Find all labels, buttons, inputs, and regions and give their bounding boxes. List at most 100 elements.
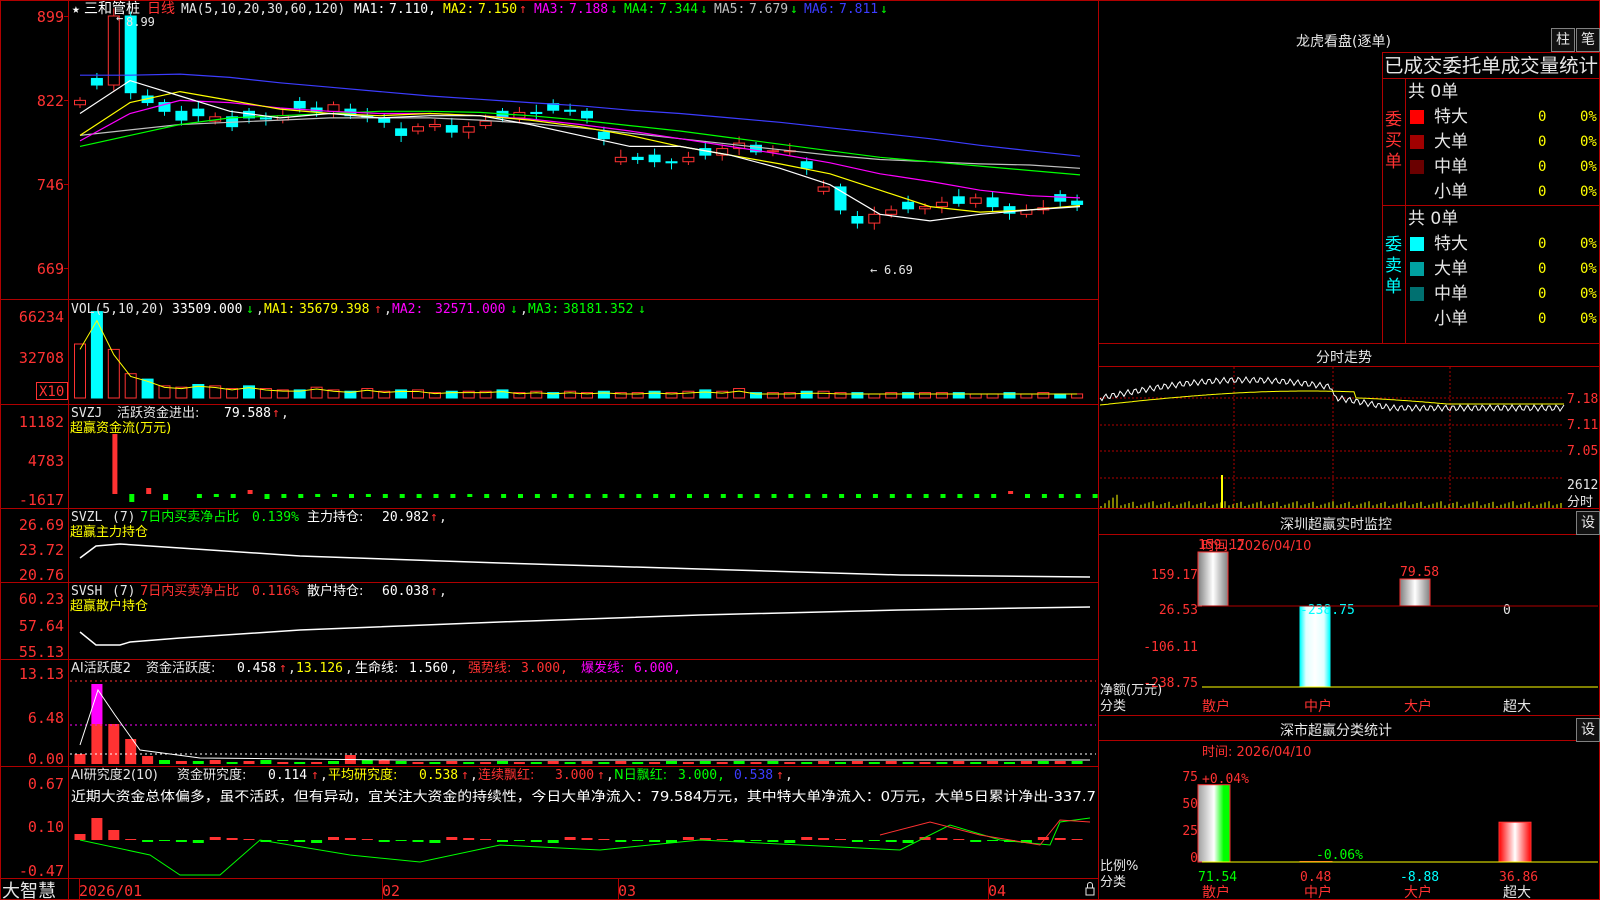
ai2-comma: , — [320, 768, 328, 783]
activity-bar — [513, 762, 525, 764]
price-line — [1099, 376, 1565, 412]
candle-body — [327, 104, 340, 112]
bar-view-button[interactable]: 柱 — [1551, 28, 1575, 52]
y-tick: 2612 — [1567, 478, 1598, 493]
activity-bar — [412, 762, 424, 764]
activity-bar — [987, 761, 999, 764]
vol-ma1-arrow: ↑ — [374, 302, 382, 317]
ma3-label: MA3: — [534, 2, 565, 17]
order-row[interactable]: 小单 0 0% — [1408, 180, 1600, 204]
candle-body — [665, 161, 678, 164]
research-bar — [1071, 839, 1083, 840]
ai1-comma3: , — [450, 661, 458, 676]
svsh-title2: 超赢散户持仓 — [70, 598, 148, 614]
vol-ma3-arrow: ↓ — [638, 302, 646, 317]
flow-bar — [991, 494, 997, 498]
flow-bar — [619, 494, 625, 498]
candle-body — [293, 100, 306, 109]
candle-body — [817, 186, 830, 192]
ma2-arrow: ↑ — [519, 2, 527, 17]
y-tick: 13.13 — [19, 665, 64, 683]
activity-bar — [868, 762, 880, 764]
volume-bar — [1020, 393, 1033, 399]
value-label: 71.54 — [1198, 870, 1237, 885]
svzj-bars — [112, 434, 1098, 502]
research-bar — [767, 840, 779, 842]
candle-body — [885, 209, 898, 215]
volume-bar — [74, 343, 86, 399]
flow-bar — [247, 490, 253, 494]
flow-bar — [940, 494, 946, 498]
classify-settings-button[interactable]: 设 — [1576, 718, 1600, 742]
panel-frames — [0, 0, 1600, 900]
buy-side-char: 委 — [1385, 110, 1402, 130]
vol-unit: X10 — [39, 384, 64, 400]
classify-axis-subtitle: 分类 — [1100, 875, 1126, 890]
flow-bar — [703, 494, 709, 498]
flow-bar — [737, 494, 743, 498]
ai1-t3: 生命线: — [355, 660, 398, 676]
activity-bar — [767, 761, 779, 764]
flow-bar — [534, 494, 540, 498]
svsh-t1: 7日内买卖净占比 — [140, 583, 239, 599]
lock-icon[interactable] — [1085, 882, 1095, 896]
activity-bar — [142, 756, 154, 764]
research-line — [79, 817, 1091, 876]
order-row[interactable]: 小单 0 0% — [1408, 307, 1600, 331]
flow-bar — [1075, 494, 1081, 498]
volume-bar — [107, 348, 120, 399]
high-marker: 8.99 — [126, 15, 155, 29]
candle-body — [868, 213, 881, 224]
research-bar — [361, 839, 373, 840]
monitor-time: 时间: 2026/04/10 — [1202, 539, 1311, 554]
volume-bar — [682, 390, 695, 399]
monitor-settings-button[interactable]: 设 — [1576, 511, 1600, 535]
svzj-comma: , — [281, 406, 289, 421]
order-count: 0 — [1538, 286, 1547, 302]
value-label: 79.58 — [1400, 565, 1439, 580]
ai2-v1: 0.114 — [268, 768, 307, 783]
svzj-title2: 超赢资金流(万元) — [70, 420, 171, 436]
svsh-comma: , — [439, 584, 447, 599]
order-row[interactable]: 大单 0 0% — [1408, 130, 1600, 154]
flow-bar — [518, 494, 523, 498]
monitor-axis-subtitle: 分类 — [1100, 699, 1126, 714]
order-row[interactable]: 特大 0 0% — [1408, 232, 1600, 256]
y-tick: 899 — [37, 8, 64, 26]
color-swatch — [1410, 237, 1424, 251]
candle-body — [462, 126, 475, 133]
y-tick: 0.00 — [28, 750, 64, 768]
activity-bar — [649, 762, 661, 764]
ai1-v3: 1.560 — [409, 661, 448, 676]
ai2-comma3: , — [606, 768, 614, 783]
research-bar — [209, 837, 221, 840]
tick-view-button[interactable]: 笔 — [1576, 28, 1600, 52]
classify-axis-title: 比例% — [1100, 859, 1138, 874]
flow-bar — [889, 494, 895, 498]
order-row[interactable]: 中单 0 0% — [1408, 282, 1600, 306]
svsh-label: SVSH — [71, 584, 102, 599]
activity-bar — [260, 760, 272, 764]
volume-bar — [952, 392, 965, 399]
research-bar — [159, 840, 170, 841]
chart-canvas[interactable]: 159.17-238.7579.58071.54 0.48 -8.88 36.86+0… — [0, 0, 1600, 900]
candle-body — [259, 117, 272, 120]
order-row[interactable]: 特大 0 0% — [1408, 105, 1600, 129]
flow-bar — [467, 494, 473, 497]
volume-bars — [74, 311, 1084, 399]
classify-time: 时间: 2026/04/10 — [1202, 745, 1311, 760]
y-tick: 57.64 — [19, 617, 64, 635]
flow-bar — [399, 494, 405, 498]
research-bar — [74, 834, 86, 840]
high-marker-arrow: ← — [116, 11, 123, 25]
ma6-value: 7.811 — [839, 2, 878, 17]
ma3-line — [79, 99, 1081, 199]
ai2-v4: 3.000, — [678, 768, 725, 783]
order-row[interactable]: 大单 0 0% — [1408, 257, 1600, 281]
flow-bar — [585, 494, 591, 498]
order-row[interactable]: 中单 0 0% — [1408, 155, 1600, 179]
activity-bar — [835, 762, 846, 764]
y-tick: 26.69 — [19, 516, 64, 534]
y-tick: 822 — [37, 92, 64, 110]
activity-bar — [818, 761, 830, 764]
